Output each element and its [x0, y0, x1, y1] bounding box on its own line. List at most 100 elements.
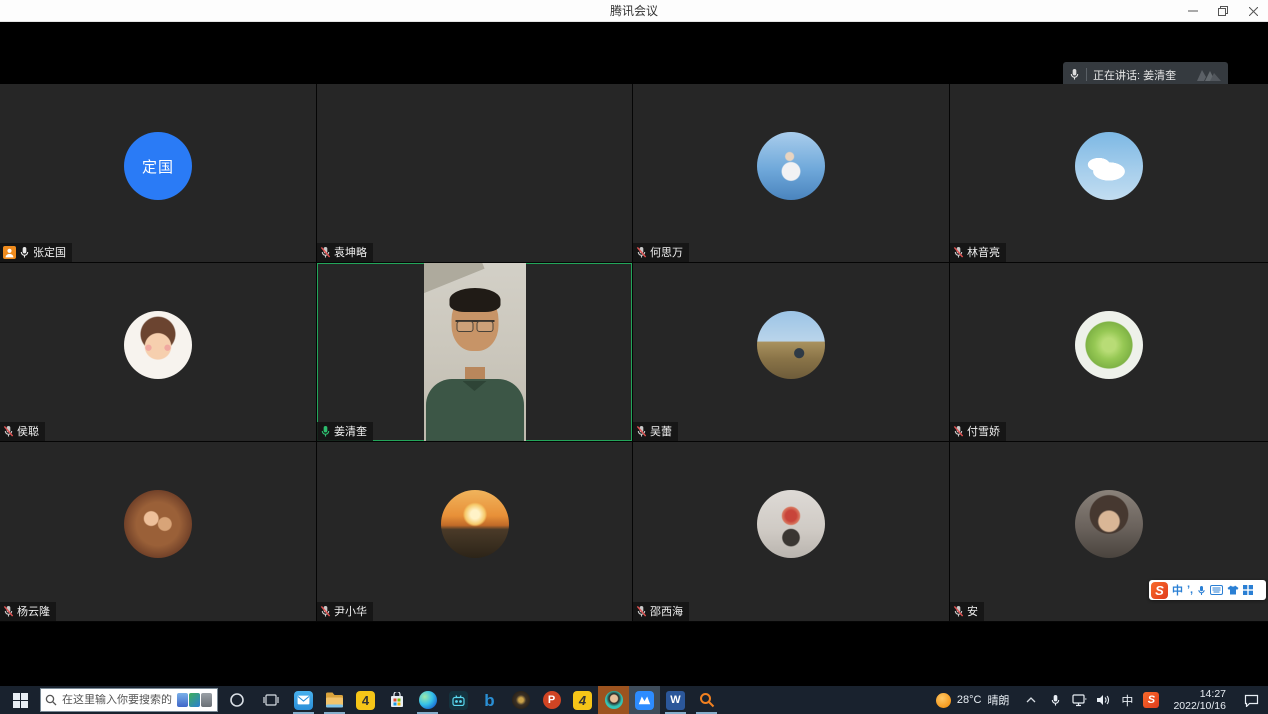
windows-taskbar: 4 b P 4 W — [0, 686, 1268, 714]
participant-name: 尹小华 — [334, 603, 367, 619]
bing-icon: b — [484, 692, 494, 709]
taskbar-app-robot[interactable] — [443, 686, 474, 714]
avatar-photo — [441, 490, 509, 558]
person-head — [451, 293, 498, 351]
taskbar-clock[interactable]: 14:27 2022/10/16 — [1163, 688, 1234, 712]
mail-icon — [294, 691, 313, 710]
volume-icon — [1096, 694, 1110, 706]
mic-muted-icon — [636, 605, 647, 618]
ime-mode-button[interactable]: 中 — [1172, 582, 1183, 598]
taskbar-app-archive-tool[interactable]: 4 — [350, 686, 381, 714]
taskbar-app-file-explorer[interactable] — [319, 686, 350, 714]
participant-name: 侯聪 — [17, 423, 39, 439]
microsoft-store-icon — [389, 692, 405, 708]
punctuation-button[interactable]: ’, — [1187, 584, 1193, 596]
contact-app-icon — [605, 691, 623, 709]
microphone-icon — [1050, 694, 1061, 707]
taskbar-app-contact-highlighted[interactable] — [598, 686, 629, 714]
window-controls — [1178, 0, 1268, 22]
mic-muted-icon — [953, 605, 964, 618]
tencent-meeting-icon — [635, 691, 654, 710]
mic-muted-icon — [636, 425, 647, 438]
start-button[interactable] — [0, 686, 40, 714]
mic-muted-icon — [320, 246, 331, 259]
voice-input-icon[interactable] — [1197, 585, 1206, 596]
system-tray: 28°C 晴朗 中 S 14:27 2022/10/ — [926, 686, 1268, 714]
tile-fuxuejiao[interactable]: 付雪娇 — [950, 263, 1268, 442]
close-button[interactable] — [1238, 0, 1268, 22]
participant-label: 付雪娇 — [950, 422, 1006, 441]
participant-name: 何思万 — [650, 244, 683, 260]
participant-grid: 定国 张定国 袁坤略 何思万 — [0, 84, 1268, 622]
taskbar-app-game[interactable] — [505, 686, 536, 714]
tile-yinxiaohua[interactable]: 尹小华 — [317, 442, 633, 622]
tile-yuankunlue[interactable]: 袁坤略 — [317, 84, 633, 263]
clock-date: 2022/10/16 — [1173, 700, 1226, 712]
minimize-icon — [1188, 6, 1198, 16]
tray-network[interactable] — [1067, 686, 1091, 714]
game-box-icon: 4 — [573, 691, 592, 710]
title-bar: 腾讯会议 — [0, 0, 1268, 22]
avatar-photo — [124, 490, 192, 558]
search-thumb-icon — [177, 693, 188, 707]
mic-muted-icon — [953, 425, 964, 438]
taskbar-app-edge[interactable] — [412, 686, 443, 714]
tile-zhangdingguo[interactable]: 定国 张定国 — [0, 84, 317, 263]
search-highlight-thumbnails[interactable] — [177, 693, 212, 707]
taskbar-app-tencent-meeting[interactable] — [629, 686, 660, 714]
soft-keyboard-icon[interactable] — [1210, 585, 1223, 595]
avatar-photo — [757, 490, 825, 558]
taskbar-app-bing[interactable]: b — [474, 686, 505, 714]
sogou-tray-icon: S — [1143, 692, 1159, 708]
tray-sogou[interactable]: S — [1139, 686, 1163, 714]
taskbar-app-search-tool[interactable] — [691, 686, 722, 714]
participant-label: 姜清奎 — [317, 422, 373, 441]
avatar-photo — [757, 311, 825, 379]
search-thumb-icon — [189, 693, 200, 707]
tile-houcong[interactable]: 侯聪 — [0, 263, 317, 442]
taskbar-app-mail[interactable] — [288, 686, 319, 714]
tray-microphone[interactable] — [1043, 686, 1067, 714]
search-icon — [45, 694, 57, 706]
word-icon: W — [666, 691, 685, 710]
participant-name: 袁坤略 — [334, 244, 367, 260]
tile-yangyunlong[interactable]: 杨云隆 — [0, 442, 317, 622]
tray-ime-mode[interactable]: 中 — [1115, 686, 1139, 714]
taskbar-app-microsoft-store[interactable] — [381, 686, 412, 714]
hidden-icons-button[interactable] — [1019, 686, 1043, 714]
participant-label: 袁坤略 — [317, 243, 373, 262]
participant-name: 付雪娇 — [967, 423, 1000, 439]
ime-mode-indicator: 中 — [1121, 692, 1133, 709]
meeting-area: 正在讲话: 姜清奎 定国 张定国 袁坤略 — [0, 22, 1268, 686]
minimize-button[interactable] — [1178, 0, 1208, 22]
toolbox-icon[interactable] — [1243, 585, 1253, 595]
tile-shaoxihai[interactable]: 邵西海 — [633, 442, 950, 622]
taskbar-app-game-box[interactable]: 4 — [567, 686, 598, 714]
tile-wulei[interactable]: 吴蕾 — [633, 263, 950, 442]
action-center-button[interactable] — [1234, 686, 1268, 714]
weather-condition: 晴朗 — [987, 692, 1009, 708]
tile-jiangqingkui-active-speaker[interactable]: 姜清奎 — [317, 263, 633, 442]
mic-muted-icon — [953, 246, 964, 259]
restore-button[interactable] — [1208, 0, 1238, 22]
taskbar-app-powerpoint[interactable]: P — [536, 686, 567, 714]
task-view-button[interactable] — [254, 686, 288, 714]
tile-hesiwan[interactable]: 何思万 — [633, 84, 950, 263]
task-view-icon — [263, 693, 279, 707]
participant-name: 林音亮 — [967, 244, 1000, 260]
taskbar-search[interactable] — [40, 688, 218, 712]
search-input[interactable] — [62, 694, 172, 706]
participant-label: 吴蕾 — [633, 422, 678, 441]
participant-name: 吴蕾 — [650, 423, 672, 439]
skin-icon[interactable] — [1227, 585, 1239, 595]
participant-name: 杨云隆 — [17, 603, 50, 619]
tray-volume[interactable] — [1091, 686, 1115, 714]
tile-linyinliang[interactable]: 林音亮 — [950, 84, 1268, 263]
cortana-button[interactable] — [220, 686, 254, 714]
weather-widget[interactable]: 28°C 晴朗 — [926, 692, 1020, 708]
ime-toolbar[interactable]: S 中 ’, — [1149, 580, 1266, 600]
mic-speaking-icon — [320, 425, 331, 438]
sogou-logo-icon[interactable]: S — [1151, 582, 1168, 599]
taskbar-app-word[interactable]: W — [660, 686, 691, 714]
action-center-icon — [1244, 694, 1259, 707]
